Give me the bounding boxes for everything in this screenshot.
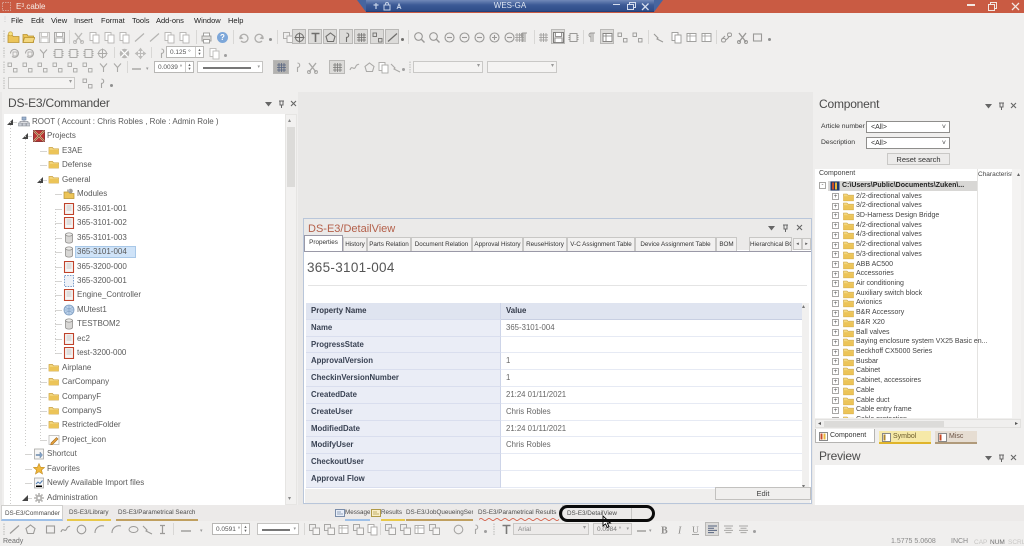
- svg-text:I: I: [677, 526, 682, 537]
- svg-text:?: ?: [220, 33, 225, 42]
- svg-text:B: B: [661, 526, 668, 537]
